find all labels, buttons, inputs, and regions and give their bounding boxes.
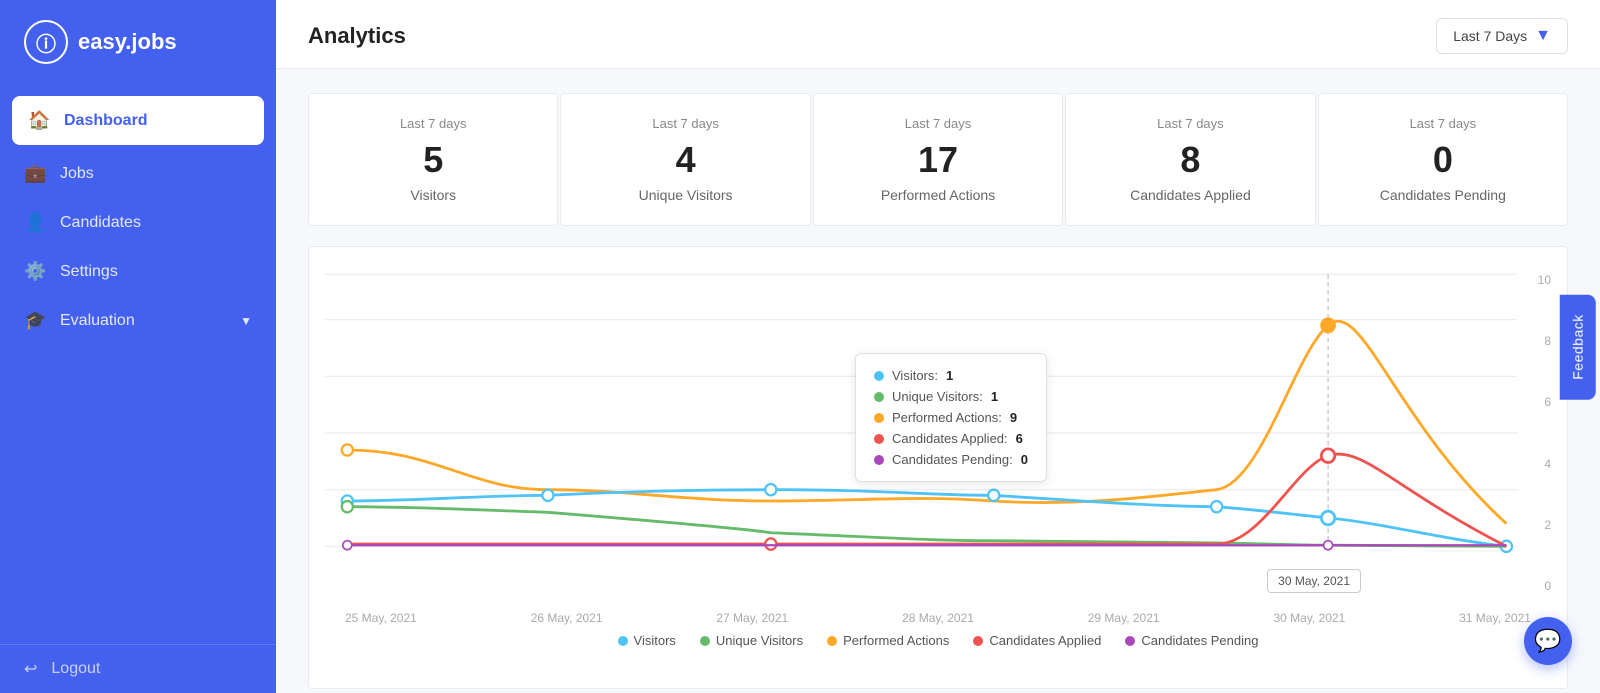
y-label: 6: [1523, 395, 1551, 409]
y-label: 4: [1523, 457, 1551, 471]
sidebar-item-label: Jobs: [60, 165, 94, 183]
x-label: 29 May, 2021: [1088, 611, 1160, 625]
chevron-down-icon: ▼: [240, 314, 252, 328]
legend-item-candidates-applied: Candidates Applied: [973, 633, 1101, 648]
sidebar-item-settings[interactable]: ⚙️ Settings: [0, 247, 276, 296]
y-label: 8: [1523, 334, 1551, 348]
legend-dot: [827, 636, 837, 646]
stat-label: Performed Actions: [834, 187, 1042, 203]
chart-container: 0 2 4 6 8 10 Visitors: 1 Unique Visitors…: [308, 246, 1568, 689]
y-label: 0: [1523, 579, 1551, 593]
chart-legend: Visitors Unique Visitors Performed Actio…: [325, 633, 1551, 648]
settings-icon: ⚙️: [24, 261, 46, 282]
stat-card-performed-actions: Last 7 days 17 Performed Actions: [813, 93, 1063, 226]
evaluation-icon: 🎓: [24, 310, 46, 331]
stat-value: 0: [1339, 139, 1547, 181]
stat-label: Visitors: [329, 187, 537, 203]
legend-label: Candidates Applied: [989, 633, 1101, 648]
home-icon: 🏠: [28, 110, 50, 131]
sidebar-logo: ⓘ easy.jobs: [0, 0, 276, 84]
sidebar-item-jobs[interactable]: 💼 Jobs: [0, 149, 276, 198]
sidebar-item-label: Settings: [60, 263, 118, 281]
logout-label: Logout: [51, 660, 100, 678]
legend-dot: [1125, 636, 1135, 646]
stat-value: 4: [581, 139, 789, 181]
stat-card-candidates-pending: Last 7 days 0 Candidates Pending: [1318, 93, 1568, 226]
x-label: 28 May, 2021: [902, 611, 974, 625]
x-axis-labels: 25 May, 2021 26 May, 2021 27 May, 2021 2…: [325, 603, 1551, 625]
x-label: 27 May, 2021: [716, 611, 788, 625]
legend-label: Candidates Pending: [1141, 633, 1258, 648]
sidebar-item-dashboard[interactable]: 🏠 Dashboard: [12, 96, 264, 145]
legend-dot: [973, 636, 983, 646]
candidates-icon: 👤: [24, 212, 46, 233]
legend-label: Unique Visitors: [716, 633, 803, 648]
legend-item-visitors: Visitors: [618, 633, 676, 648]
stat-period: Last 7 days: [1339, 116, 1547, 131]
legend-item-performed-actions: Performed Actions: [827, 633, 949, 648]
legend-item-candidates-pending: Candidates Pending: [1125, 633, 1258, 648]
stat-period: Last 7 days: [834, 116, 1042, 131]
sidebar-item-label: Evaluation: [60, 312, 135, 330]
stat-period: Last 7 days: [329, 116, 537, 131]
logo-icon: ⓘ: [24, 20, 68, 64]
chat-button[interactable]: 💬: [1524, 617, 1572, 665]
date-filter-label: Last 7 Days: [1453, 28, 1527, 44]
y-axis-labels: 0 2 4 6 8 10: [1523, 263, 1551, 603]
legend-dot: [700, 636, 710, 646]
x-label: 31 May, 2021: [1459, 611, 1531, 625]
sidebar-item-candidates[interactable]: 👤 Candidates: [0, 198, 276, 247]
chevron-down-icon: ▼: [1535, 27, 1551, 45]
main-content: Analytics Last 7 Days ▼ Last 7 days 5 Vi…: [276, 0, 1600, 693]
page-header: Analytics Last 7 Days ▼: [276, 0, 1600, 69]
feedback-button[interactable]: Feedback: [1559, 294, 1595, 399]
chart-wrapper: 0 2 4 6 8 10 Visitors: 1 Unique Visitors…: [325, 263, 1551, 603]
legend-label: Visitors: [634, 633, 676, 648]
legend-dot: [618, 636, 628, 646]
sidebar-nav: 🏠 Dashboard 💼 Jobs 👤 Candidates ⚙️ Setti…: [0, 84, 276, 644]
logo-text: easy.jobs: [78, 29, 177, 55]
stat-label: Candidates Pending: [1339, 187, 1547, 203]
sidebar-item-evaluation[interactable]: 🎓 Evaluation ▼: [0, 296, 276, 345]
stat-value: 17: [834, 139, 1042, 181]
stat-card-visitors: Last 7 days 5 Visitors: [308, 93, 558, 226]
logout-icon: ↩: [24, 659, 37, 679]
stat-card-unique-visitors: Last 7 days 4 Unique Visitors: [560, 93, 810, 226]
page-title: Analytics: [308, 23, 406, 49]
stat-period: Last 7 days: [1086, 116, 1294, 131]
sidebar: ⓘ easy.jobs 🏠 Dashboard 💼 Jobs 👤 Candida…: [0, 0, 276, 693]
sidebar-item-label: Dashboard: [64, 112, 148, 130]
x-label: 25 May, 2021: [345, 611, 417, 625]
legend-label: Performed Actions: [843, 633, 949, 648]
x-label: 26 May, 2021: [531, 611, 603, 625]
stat-value: 8: [1086, 139, 1294, 181]
date-filter-dropdown[interactable]: Last 7 Days ▼: [1436, 18, 1568, 54]
logout-item[interactable]: ↩ Logout: [0, 644, 276, 693]
y-label: 2: [1523, 518, 1551, 532]
legend-item-unique-visitors: Unique Visitors: [700, 633, 803, 648]
stats-row: Last 7 days 5 Visitors Last 7 days 4 Uni…: [276, 69, 1600, 226]
chat-icon: 💬: [1534, 628, 1561, 654]
y-label: 10: [1523, 273, 1551, 287]
stat-card-candidates-applied: Last 7 days 8 Candidates Applied: [1065, 93, 1315, 226]
x-label: 30 May, 2021: [1273, 611, 1345, 625]
stat-period: Last 7 days: [581, 116, 789, 131]
stat-label: Candidates Applied: [1086, 187, 1294, 203]
jobs-icon: 💼: [24, 163, 46, 184]
sidebar-item-label: Candidates: [60, 214, 141, 232]
stat-label: Unique Visitors: [581, 187, 789, 203]
stat-value: 5: [329, 139, 537, 181]
analytics-chart: [325, 263, 1551, 603]
